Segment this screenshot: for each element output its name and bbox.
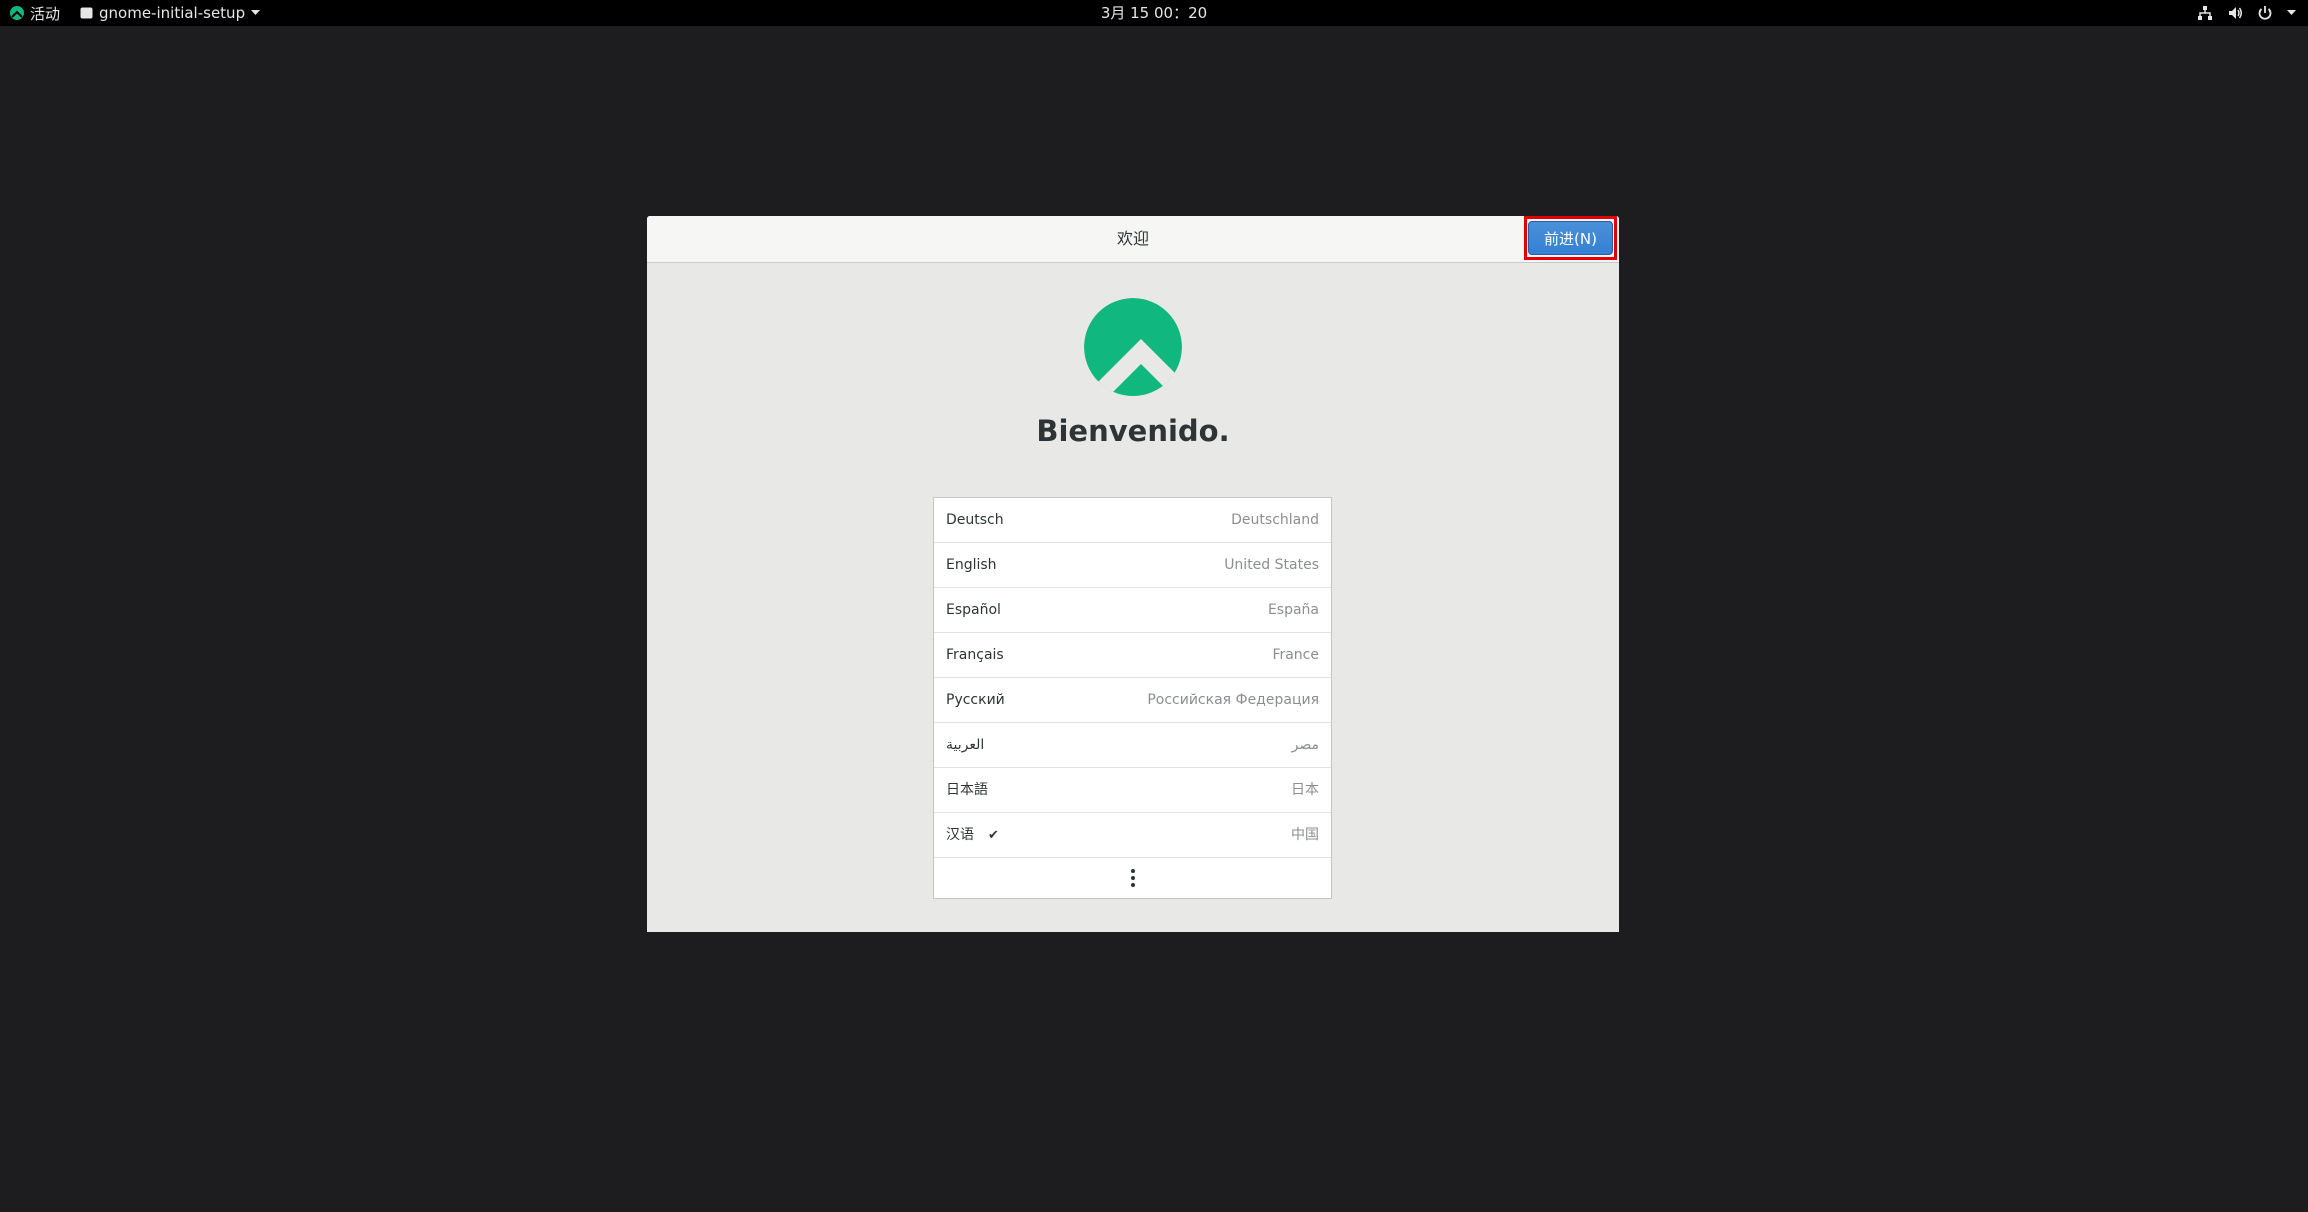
volume-icon bbox=[2229, 7, 2242, 19]
chevron-down-icon bbox=[2287, 10, 2296, 15]
language-name: العربية bbox=[946, 737, 985, 753]
more-vertical-icon bbox=[1130, 869, 1135, 887]
language-region: France bbox=[1272, 647, 1319, 663]
language-region: Deutschland bbox=[1231, 512, 1319, 528]
language-row[interactable]: Español España bbox=[934, 588, 1331, 633]
language-row-selected[interactable]: 汉语 ✔ 中国 bbox=[934, 813, 1331, 858]
language-row[interactable]: Français France bbox=[934, 633, 1331, 678]
language-region: مصر bbox=[1291, 737, 1319, 753]
more-languages-button[interactable] bbox=[934, 858, 1331, 898]
language-name: Español bbox=[946, 602, 1001, 618]
language-region: 日本 bbox=[1291, 782, 1319, 798]
language-region: España bbox=[1267, 602, 1319, 618]
language-name: Français bbox=[946, 647, 1004, 663]
header-bar: 欢迎 前进(N) bbox=[647, 216, 1619, 263]
distro-logo-icon bbox=[1084, 298, 1182, 396]
checkmark-icon: ✔ bbox=[988, 828, 999, 843]
language-name: 日本語 bbox=[946, 782, 988, 798]
language-region: 中国 bbox=[1291, 827, 1319, 843]
language-name: Русский bbox=[946, 692, 1005, 708]
network-icon bbox=[2198, 6, 2212, 20]
next-button-highlight: 前进(N) bbox=[1524, 216, 1617, 260]
language-list: Deutsch Deutschland English United State… bbox=[933, 497, 1332, 899]
language-region: United States bbox=[1224, 557, 1319, 573]
top-bar: 活动 gnome-initial-setup 3月 15 00：20 bbox=[0, 0, 2308, 26]
initial-setup-window: 欢迎 前进(N) Bienvenido. Deutsch Deutschland… bbox=[647, 216, 1619, 932]
system-status-area[interactable] bbox=[2197, 0, 2296, 26]
next-button[interactable]: 前进(N) bbox=[1528, 221, 1613, 255]
language-name: English bbox=[946, 557, 997, 573]
language-row[interactable]: 日本語 日本 bbox=[934, 768, 1331, 813]
language-row[interactable]: Deutsch Deutschland bbox=[934, 498, 1331, 543]
welcome-heading: Bienvenido. bbox=[1036, 414, 1230, 448]
language-region: Российская Федерация bbox=[1147, 692, 1319, 708]
power-icon bbox=[2258, 6, 2272, 20]
window-title: 欢迎 bbox=[1116, 229, 1149, 248]
language-name: Deutsch bbox=[946, 512, 1004, 528]
language-row[interactable]: العربية مصر bbox=[934, 723, 1331, 768]
language-row[interactable]: Русский Российская Федерация bbox=[934, 678, 1331, 723]
clock[interactable]: 3月 15 00：20 bbox=[0, 0, 2308, 26]
language-name: 汉语 bbox=[946, 827, 974, 843]
language-row[interactable]: English United States bbox=[934, 543, 1331, 588]
